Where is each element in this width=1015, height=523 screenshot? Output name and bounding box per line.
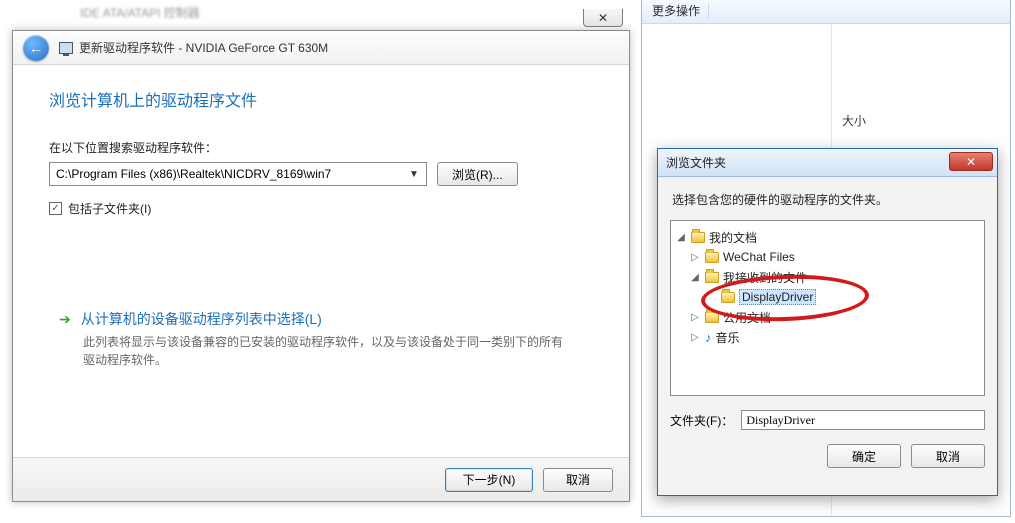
tree-label: 我接收到的文件 [723, 269, 807, 286]
path-label: 在以下位置搜索驱动程序软件： [49, 139, 593, 156]
chevron-down-icon[interactable]: ▼ [406, 163, 422, 185]
browse-instruction: 选择包含您的硬件的驱动程序的文件夹。 [658, 177, 997, 214]
browse-button[interactable]: 浏览(R)... [437, 162, 518, 186]
folder-name-label: 文件夹(F)： [670, 412, 733, 429]
folder-icon [721, 292, 735, 303]
expand-icon[interactable]: ▷ [689, 312, 701, 323]
pick-from-list-option[interactable]: ➔ 从计算机的设备驱动程序列表中选择(L) 此列表将显示与该设备兼容的已安装的驱… [49, 301, 579, 377]
browse-footer: 确定 取消 [658, 434, 997, 478]
bg-ata-label: IDE ATA/ATAPI 控制器 [80, 4, 200, 21]
browse-folder-dialog: 浏览文件夹 ✕ 选择包含您的硬件的驱动程序的文件夹。 ◢ 我的文档 ▷ WeCh… [657, 148, 998, 496]
tree-item[interactable]: ▷ ♪ 音乐 [689, 327, 980, 347]
wizard-heading: 浏览计算机上的驱动程序文件 [49, 87, 593, 111]
folder-icon [691, 232, 705, 243]
cancel-button[interactable]: 取消 [543, 468, 613, 492]
folder-icon [705, 252, 719, 263]
path-combobox[interactable]: ▼ [49, 162, 427, 186]
collapse-icon[interactable]: ◢ [689, 272, 701, 283]
back-button[interactable]: ← [23, 35, 49, 61]
folder-icon [705, 312, 719, 323]
more-actions-menu[interactable]: 更多操作 [652, 2, 700, 19]
tree-item-selected[interactable]: DisplayDriver [705, 287, 980, 307]
expand-icon[interactable]: ▷ [689, 252, 701, 263]
tree-item[interactable]: ◢ 我接收到的文件 [689, 267, 980, 287]
close-icon: ✕ [966, 155, 976, 169]
monitor-icon [59, 42, 73, 54]
wizard-title-text: 更新驱动程序软件 - NVIDIA GeForce GT 630M [79, 39, 328, 56]
expand-icon[interactable]: ▷ [689, 332, 701, 343]
browse-close-button[interactable]: ✕ [949, 152, 993, 171]
include-subfolders-row[interactable]: ✓ 包括子文件夹(I) [49, 200, 593, 217]
tree-item[interactable]: ▷ WeChat Files [689, 247, 980, 267]
collapse-icon[interactable]: ◢ [675, 232, 687, 243]
folder-name-input[interactable] [741, 410, 985, 430]
wizard-footer: 下一步(N) 取消 [13, 457, 629, 501]
back-arrow-icon: ← [29, 40, 43, 56]
pick-from-list-desc: 此列表将显示与该设备兼容的已安装的驱动程序软件，以及与该设备处于同一类别下的所有… [83, 333, 569, 369]
size-column-header[interactable]: 大小 [842, 112, 866, 129]
close-icon: ✕ [598, 11, 608, 25]
include-subfolders-checkbox[interactable]: ✓ [49, 202, 62, 215]
folder-tree[interactable]: ◢ 我的文档 ▷ WeChat Files ◢ 我接收到的文件 DisplayD… [670, 220, 985, 396]
music-icon: ♪ [705, 330, 712, 345]
browse-cancel-button[interactable]: 取消 [911, 444, 985, 468]
next-button[interactable]: 下一步(N) [445, 468, 533, 492]
update-driver-wizard: ✕ ← 更新驱动程序软件 - NVIDIA GeForce GT 630M 浏览… [12, 30, 630, 502]
right-toolbar: 更多操作 [642, 0, 1010, 24]
browse-title: 浏览文件夹 [666, 154, 726, 171]
tree-label: 音乐 [716, 329, 740, 346]
wizard-body: 浏览计算机上的驱动程序文件 在以下位置搜索驱动程序软件： ▼ 浏览(R)... … [13, 65, 629, 377]
tree-label: 我的文档 [709, 229, 757, 246]
tree-label: WeChat Files [723, 250, 795, 264]
tree-label: DisplayDriver [739, 289, 816, 305]
path-input[interactable] [54, 166, 406, 182]
browse-titlebar: 浏览文件夹 ✕ [658, 149, 997, 177]
wizard-title: 更新驱动程序软件 - NVIDIA GeForce GT 630M [59, 39, 328, 56]
tree-item[interactable]: ▷ 公用文档 [689, 307, 980, 327]
folder-name-row: 文件夹(F)： [658, 402, 997, 434]
tree-label: 公用文档 [723, 309, 771, 326]
wizard-titlebar: ← 更新驱动程序软件 - NVIDIA GeForce GT 630M [13, 31, 629, 65]
arrow-right-icon: ➔ [59, 311, 71, 328]
tree-item-root[interactable]: ◢ 我的文档 [675, 227, 980, 247]
folder-icon [705, 272, 719, 283]
include-subfolders-label: 包括子文件夹(I) [68, 200, 151, 217]
ok-button[interactable]: 确定 [827, 444, 901, 468]
pick-from-list-title: 从计算机的设备驱动程序列表中选择(L) [81, 309, 322, 329]
window-close-button[interactable]: ✕ [583, 9, 623, 27]
menu-separator [708, 3, 709, 19]
